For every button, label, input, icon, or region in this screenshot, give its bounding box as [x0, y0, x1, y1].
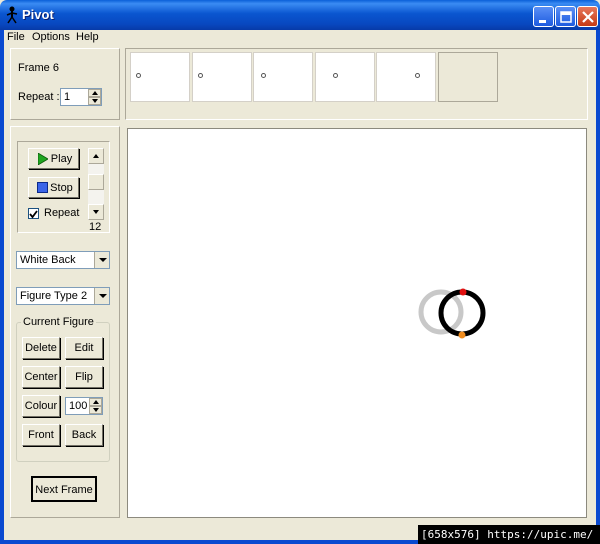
figure-handle-top[interactable]: [459, 288, 467, 296]
frame-thumb-1[interactable]: [130, 52, 190, 102]
colour-spinner[interactable]: 100: [65, 397, 103, 415]
current-figure-title: Current Figure: [21, 316, 96, 328]
frame-thumb-6-current[interactable]: [438, 52, 498, 102]
frame-thumb-2[interactable]: [192, 52, 252, 102]
close-button[interactable]: [577, 6, 598, 27]
edit-button[interactable]: Edit: [65, 337, 103, 359]
colour-up-arrow[interactable]: [89, 398, 102, 406]
delete-label: Delete: [25, 342, 57, 354]
maximize-icon: [560, 11, 572, 23]
delete-button[interactable]: Delete: [22, 337, 60, 359]
watermark: [658x576] https://upic.me/: [418, 525, 600, 544]
back-button[interactable]: Back: [65, 424, 103, 446]
repeat-spinner[interactable]: 1: [60, 88, 102, 106]
frame-thumb-3[interactable]: [253, 52, 313, 102]
repeat-up-arrow[interactable]: [88, 89, 101, 97]
stop-icon: [37, 182, 48, 193]
repeat-checkbox-label: Repeat: [44, 207, 80, 219]
menu-bar: File Options Help: [4, 30, 596, 46]
close-icon: [582, 11, 594, 23]
checkmark-icon: [29, 210, 38, 219]
center-label: Center: [24, 371, 58, 383]
flip-button[interactable]: Flip: [65, 366, 103, 388]
repeat-checkbox[interactable]: [28, 208, 39, 219]
play-button[interactable]: Play: [28, 148, 79, 169]
maximize-button[interactable]: [555, 6, 576, 27]
play-label: Play: [50, 153, 73, 165]
edit-label: Edit: [74, 342, 94, 354]
frame-label: Frame 6: [18, 62, 59, 74]
figure-drawing: [418, 288, 486, 339]
center-button[interactable]: Center: [22, 366, 60, 388]
background-select[interactable]: White Back: [16, 251, 110, 269]
speed-scrollbar[interactable]: [88, 148, 104, 220]
arrow-up-icon: [93, 154, 99, 158]
repeat-label: Repeat :: [18, 91, 60, 103]
arrow-down-icon: [93, 210, 99, 214]
back-label: Back: [71, 429, 97, 441]
frame-thumb-4[interactable]: [315, 52, 375, 102]
menu-options[interactable]: Options: [32, 31, 70, 43]
menu-file[interactable]: File: [7, 31, 25, 43]
animation-canvas[interactable]: [127, 128, 587, 518]
flip-label: Flip: [75, 371, 93, 383]
scroll-thumb[interactable]: [88, 174, 104, 190]
figure-type-select-value: Figure Type 2: [20, 290, 88, 302]
frame-info-panel: [10, 48, 120, 120]
scroll-up-button[interactable]: [88, 148, 104, 164]
frame-thumb-5[interactable]: [376, 52, 436, 102]
stop-label: Stop: [50, 182, 73, 194]
colour-button[interactable]: Colour: [22, 395, 60, 417]
front-button[interactable]: Front: [22, 424, 60, 446]
minimize-icon: [539, 20, 546, 23]
colour-down-arrow[interactable]: [89, 406, 102, 414]
front-label: Front: [28, 429, 54, 441]
background-select-value: White Back: [20, 254, 76, 266]
colour-value: 100: [69, 400, 88, 412]
colour-label: Colour: [24, 400, 58, 412]
figure-type-select[interactable]: Figure Type 2: [16, 287, 110, 305]
figure-handle-bottom[interactable]: [458, 331, 466, 339]
repeat-value: 1: [64, 91, 71, 103]
background-select-arrow-icon[interactable]: [94, 252, 109, 268]
speed-value: 12: [89, 221, 102, 233]
next-frame-button[interactable]: Next Frame: [31, 476, 97, 502]
window-title: Pivot: [22, 7, 54, 22]
title-bar[interactable]: Pivot: [0, 0, 600, 30]
next-frame-label: Next Frame: [35, 484, 93, 496]
scroll-down-button[interactable]: [88, 204, 104, 220]
stickman-icon: [6, 6, 18, 24]
stop-button[interactable]: Stop: [28, 177, 79, 198]
figure-type-select-arrow-icon[interactable]: [94, 288, 109, 304]
minimize-button[interactable]: [533, 6, 554, 27]
repeat-down-arrow[interactable]: [88, 97, 101, 105]
play-icon: [38, 153, 48, 165]
menu-help[interactable]: Help: [76, 31, 99, 43]
